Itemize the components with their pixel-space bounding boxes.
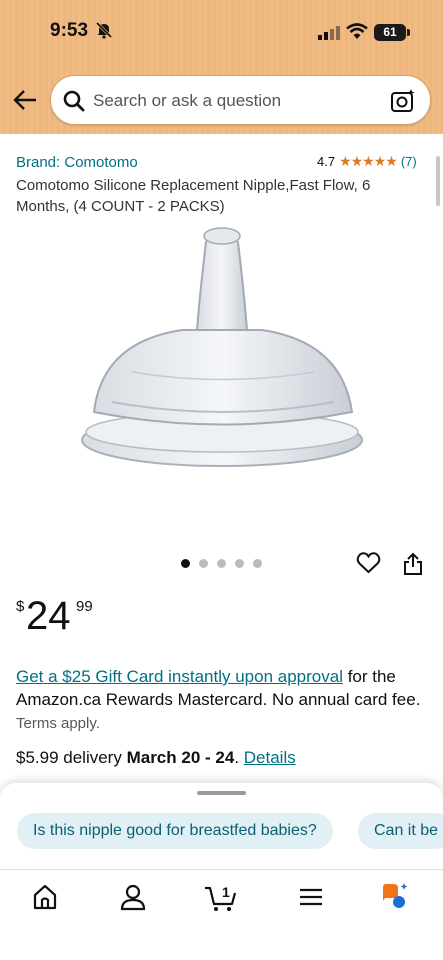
signal-icon (318, 26, 340, 40)
cart-icon[interactable]: 1 (203, 882, 239, 912)
heart-icon[interactable] (356, 551, 381, 575)
star-rating-icon: ★★★★★ (339, 153, 398, 169)
home-icon[interactable] (30, 882, 60, 912)
carousel-dot[interactable] (217, 559, 226, 568)
top-header: 9:53 61 Search or ask a question (0, 0, 443, 134)
image-carousel-dots[interactable] (181, 559, 262, 568)
carousel-dot[interactable] (181, 559, 190, 568)
delivery-info: $5.99 delivery March 20 - 24. Details (16, 748, 296, 768)
share-icon[interactable] (402, 552, 424, 576)
suggestion-chip[interactable]: Can it be (358, 813, 443, 849)
product-title: Comotomo Silicone Replacement Nipple,Fas… (16, 177, 371, 215)
price-whole: 24 (26, 594, 71, 638)
suggestion-sheet: Is this nipple good for breastfed babies… (0, 783, 443, 869)
brand-link[interactable]: Brand: Comotomo (16, 154, 138, 171)
review-count[interactable]: (7) (401, 154, 417, 169)
delivery-details-link[interactable]: Details (244, 748, 296, 767)
bottom-nav: 1 (0, 869, 443, 960)
product-image[interactable] (22, 222, 422, 518)
camera-search-icon[interactable] (390, 88, 416, 114)
delivery-separator: . (234, 748, 244, 767)
search-bar[interactable]: Search or ask a question (50, 75, 431, 125)
suggestion-chip[interactable]: Is this nipple good for breastfed babies… (17, 813, 333, 849)
delivery-dates: March 20 - 24 (126, 748, 235, 767)
terms-text: Terms apply. (16, 715, 100, 732)
carousel-dot[interactable] (199, 559, 208, 568)
rating-summary[interactable]: 4.7 ★★★★★ (7) (317, 153, 417, 170)
status-time: 9:53 (50, 20, 89, 41)
back-arrow-icon[interactable] (12, 88, 38, 112)
search-icon (63, 90, 85, 112)
rating-value: 4.7 (317, 154, 336, 169)
wifi-icon (346, 23, 368, 39)
delivery-price: $5.99 delivery (16, 748, 127, 767)
scrollbar[interactable] (436, 156, 440, 206)
price-currency: $ (16, 598, 25, 615)
battery-nub (407, 29, 410, 36)
search-input[interactable]: Search or ask a question (93, 91, 281, 111)
sheet-drag-handle[interactable] (197, 791, 246, 795)
bell-off-icon (95, 21, 113, 39)
gift-card-offer-link[interactable]: Get a $25 Gift Card instantly upon appro… (16, 667, 343, 686)
carousel-dot[interactable] (235, 559, 244, 568)
price-fraction: 99 (76, 598, 93, 615)
battery-indicator: 61 (374, 24, 406, 41)
cart-count: 1 (222, 884, 230, 900)
credit-card-offer: Get a $25 Gift Card instantly upon appro… (16, 665, 426, 735)
menu-icon[interactable] (296, 882, 326, 912)
rufus-assistant-icon[interactable] (380, 882, 410, 912)
account-icon[interactable] (118, 882, 148, 912)
carousel-dot[interactable] (253, 559, 262, 568)
